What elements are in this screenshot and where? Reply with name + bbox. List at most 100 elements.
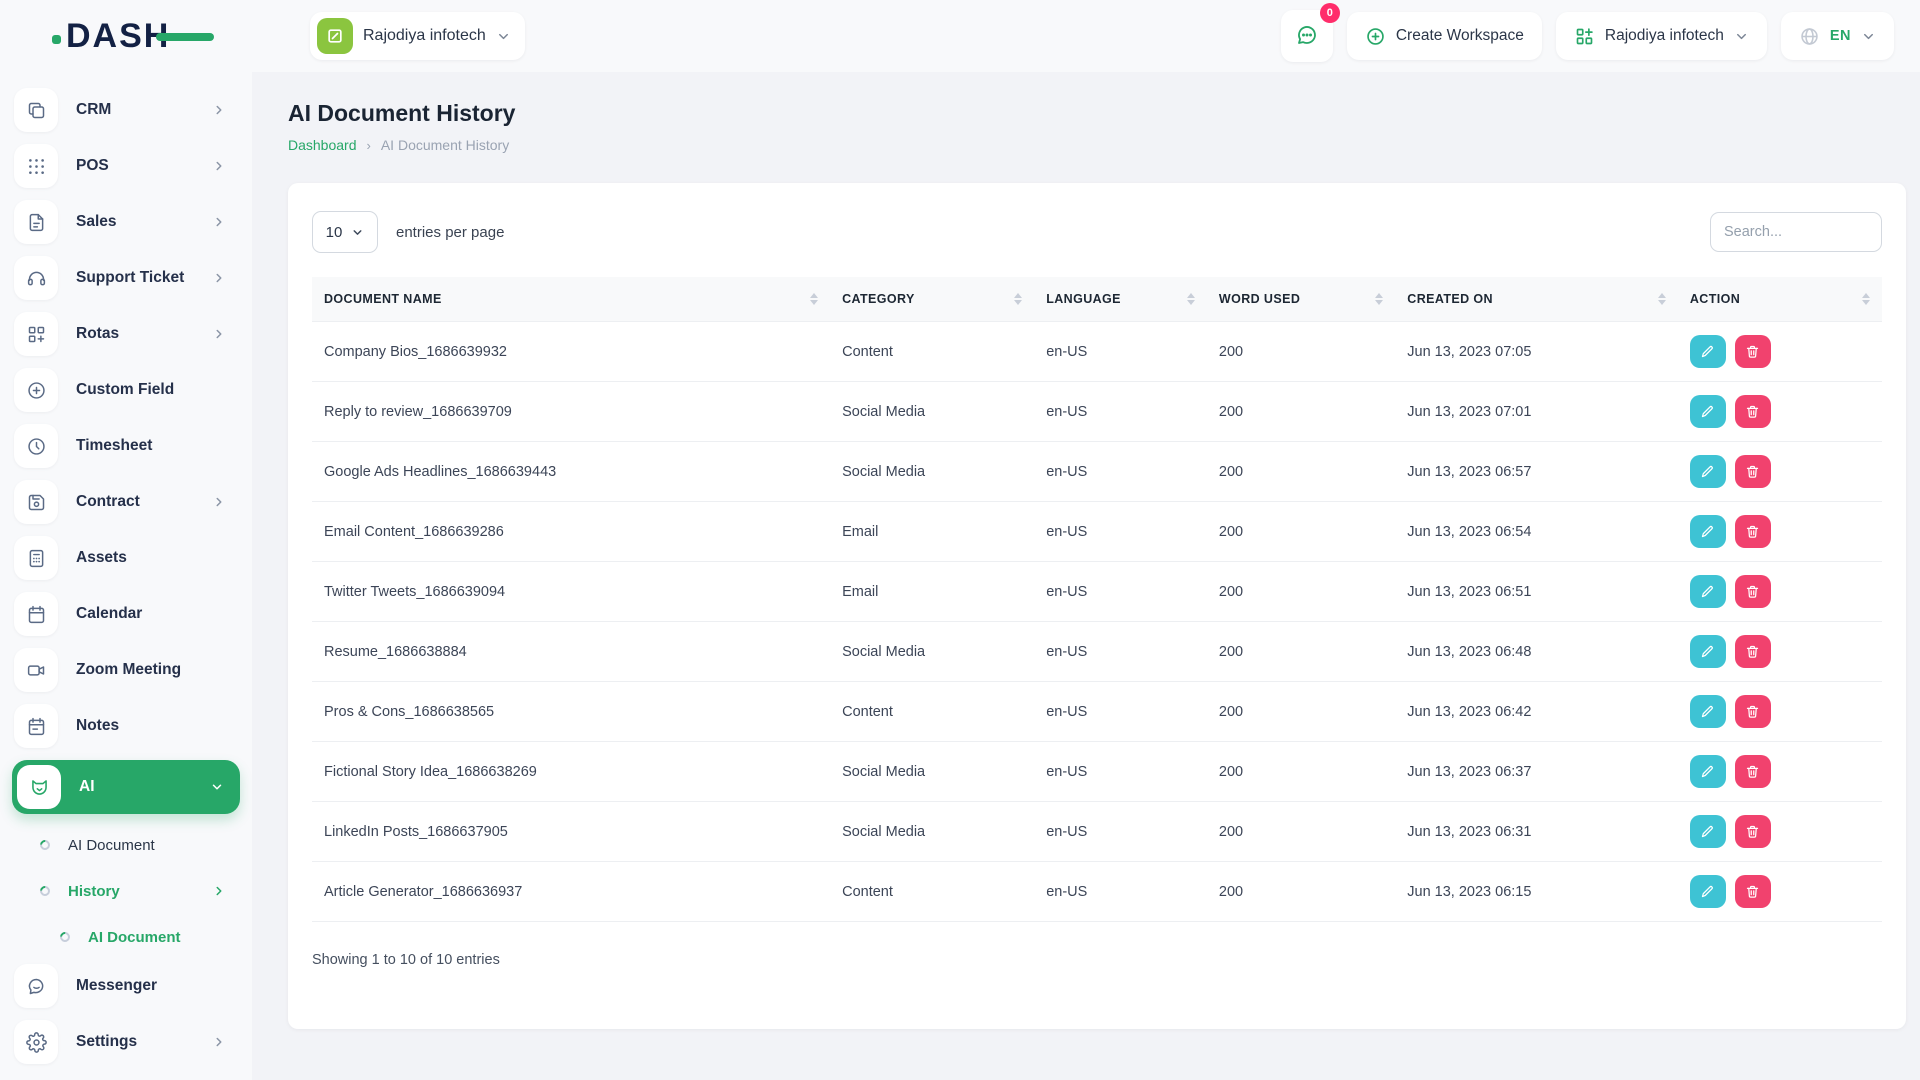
cell-word-used: 200 (1218, 883, 1244, 900)
chevron-down-icon (1734, 29, 1749, 44)
sort-icon (1657, 293, 1666, 305)
workspace-switcher[interactable]: Rajodiya infotech (310, 12, 525, 60)
sort-icon (810, 293, 819, 305)
cell-word-used: 200 (1218, 523, 1244, 540)
sidebar-item-label: Messenger (76, 977, 157, 994)
pencil-icon (1702, 465, 1714, 478)
edit-button[interactable] (1689, 395, 1726, 428)
support-ticket-icon (14, 256, 58, 300)
sidebar-item-ai[interactable]: AI (12, 760, 240, 814)
column-header-created-on[interactable]: CREATED ON (1395, 277, 1678, 322)
delete-button[interactable] (1734, 635, 1771, 668)
sidebar-item-rotas[interactable]: Rotas (14, 312, 240, 356)
table-row: Google Ads Headlines_1686639443 Social M… (312, 441, 1882, 502)
table-row: LinkedIn Posts_1686637905 Social Media e… (312, 801, 1882, 862)
row-actions (1689, 755, 1870, 788)
pencil-icon (1702, 885, 1714, 898)
logo-dash-bar (156, 33, 215, 41)
edit-button[interactable] (1689, 515, 1726, 548)
sort-icon (1186, 293, 1195, 305)
delete-button[interactable] (1734, 575, 1771, 608)
column-header-document-name[interactable]: DOCUMENT NAME (312, 277, 831, 322)
trash-icon (1747, 405, 1759, 418)
sidebar-item-history-l1[interactable]: History (14, 872, 240, 910)
column-header-action[interactable]: ACTION (1677, 277, 1882, 322)
sidebar-item-settings[interactable]: Settings (14, 1020, 240, 1064)
chevron-right-icon (212, 1035, 226, 1049)
pencil-icon (1702, 345, 1714, 358)
delete-button[interactable] (1734, 455, 1771, 488)
cell-document-name: Article Generator_1686636937 (324, 883, 523, 900)
delete-button[interactable] (1734, 875, 1771, 908)
delete-button[interactable] (1734, 755, 1771, 788)
account-workspace-dropdown[interactable]: Rajodiya infotech (1555, 12, 1767, 60)
edit-button[interactable] (1689, 335, 1726, 368)
edit-button[interactable] (1689, 635, 1726, 668)
pencil-icon (1702, 705, 1714, 718)
delete-button[interactable] (1734, 695, 1771, 728)
breadcrumb-dashboard-link[interactable]: Dashboard (288, 137, 357, 153)
cell-document-name: Reply to review_1686639709 (324, 403, 512, 420)
sidebar-item-assets[interactable]: Assets (14, 536, 240, 580)
zoom-meeting-icon (14, 648, 58, 692)
table-row: Fictional Story Idea_1686638269 Social M… (312, 741, 1882, 802)
edit-button[interactable] (1689, 695, 1726, 728)
language-selector[interactable]: EN (1780, 12, 1894, 60)
column-header-category[interactable]: CATEGORY (830, 277, 1035, 322)
trash-icon (1747, 765, 1759, 778)
cell-language: en-US (1046, 823, 1088, 840)
calendar-icon (14, 592, 58, 636)
column-header-language[interactable]: LANGUAGE (1034, 277, 1207, 322)
cell-language: en-US (1046, 343, 1088, 360)
edit-button[interactable] (1689, 575, 1726, 608)
delete-button[interactable] (1734, 515, 1771, 548)
timesheet-icon (14, 424, 58, 468)
chevron-down-icon (496, 29, 511, 44)
create-workspace-button[interactable]: Create Workspace (1346, 12, 1542, 60)
search-input[interactable] (1710, 212, 1882, 252)
entries-per-page-label: entries per page (396, 223, 505, 241)
sidebar-item-timesheet[interactable]: Timesheet (14, 424, 240, 468)
sidebar-item-calendar[interactable]: Calendar (14, 592, 240, 636)
workspace-switcher-label: Rajodiya infotech (363, 27, 486, 44)
delete-button[interactable] (1734, 815, 1771, 848)
sidebar-item-custom-field[interactable]: Custom Field (14, 368, 240, 412)
sidebar-item-label: AI Document (88, 928, 181, 946)
cell-document-name: Resume_1686638884 (324, 643, 467, 660)
workspace-avatar-icon (317, 18, 353, 54)
sidebar-item-notes[interactable]: Notes (14, 704, 240, 748)
table-row: Pros & Cons_1686638565 Content en-US 200… (312, 681, 1882, 742)
cell-word-used: 200 (1218, 463, 1244, 480)
sidebar-item-messenger[interactable]: Messenger (14, 964, 240, 1008)
sidebar-item-sales[interactable]: Sales (14, 200, 240, 244)
cell-category: Content (842, 703, 893, 720)
chevron-right-icon (212, 103, 226, 117)
cell-created-on: Jun 13, 2023 06:31 (1407, 823, 1532, 840)
sidebar-item-ai-document-l2[interactable]: AI Document (14, 918, 240, 956)
sidebar-item-crm[interactable]: CRM (14, 88, 240, 132)
assets-icon (14, 536, 58, 580)
messages-badge: 0 (1319, 3, 1340, 23)
edit-button[interactable] (1689, 815, 1726, 848)
row-actions (1689, 395, 1870, 428)
create-workspace-label: Create Workspace (1395, 27, 1524, 44)
row-actions (1689, 875, 1870, 908)
edit-button[interactable] (1689, 755, 1726, 788)
sidebar-item-ai-document-l1[interactable]: AI Document (14, 826, 240, 864)
edit-button[interactable] (1689, 455, 1726, 488)
sidebar-item-zoom-meeting[interactable]: Zoom Meeting (14, 648, 240, 692)
page-size-select[interactable]: 10 (312, 211, 378, 253)
delete-button[interactable] (1734, 395, 1771, 428)
sidebar-item-pos[interactable]: POS (14, 144, 240, 188)
edit-button[interactable] (1689, 875, 1726, 908)
sidebar-item-support-ticket[interactable]: Support Ticket (14, 256, 240, 300)
row-actions (1689, 815, 1870, 848)
delete-button[interactable] (1734, 335, 1771, 368)
column-header-word-used[interactable]: WORD USED (1206, 277, 1396, 322)
cell-created-on: Jun 13, 2023 06:15 (1407, 883, 1532, 900)
chevron-down-icon (351, 226, 364, 239)
cell-created-on: Jun 13, 2023 06:37 (1407, 763, 1532, 780)
sidebar-item-contract[interactable]: Contract (14, 480, 240, 524)
messages-button[interactable]: 0 (1280, 3, 1340, 62)
sidebar-item-label: Timesheet (76, 437, 153, 454)
